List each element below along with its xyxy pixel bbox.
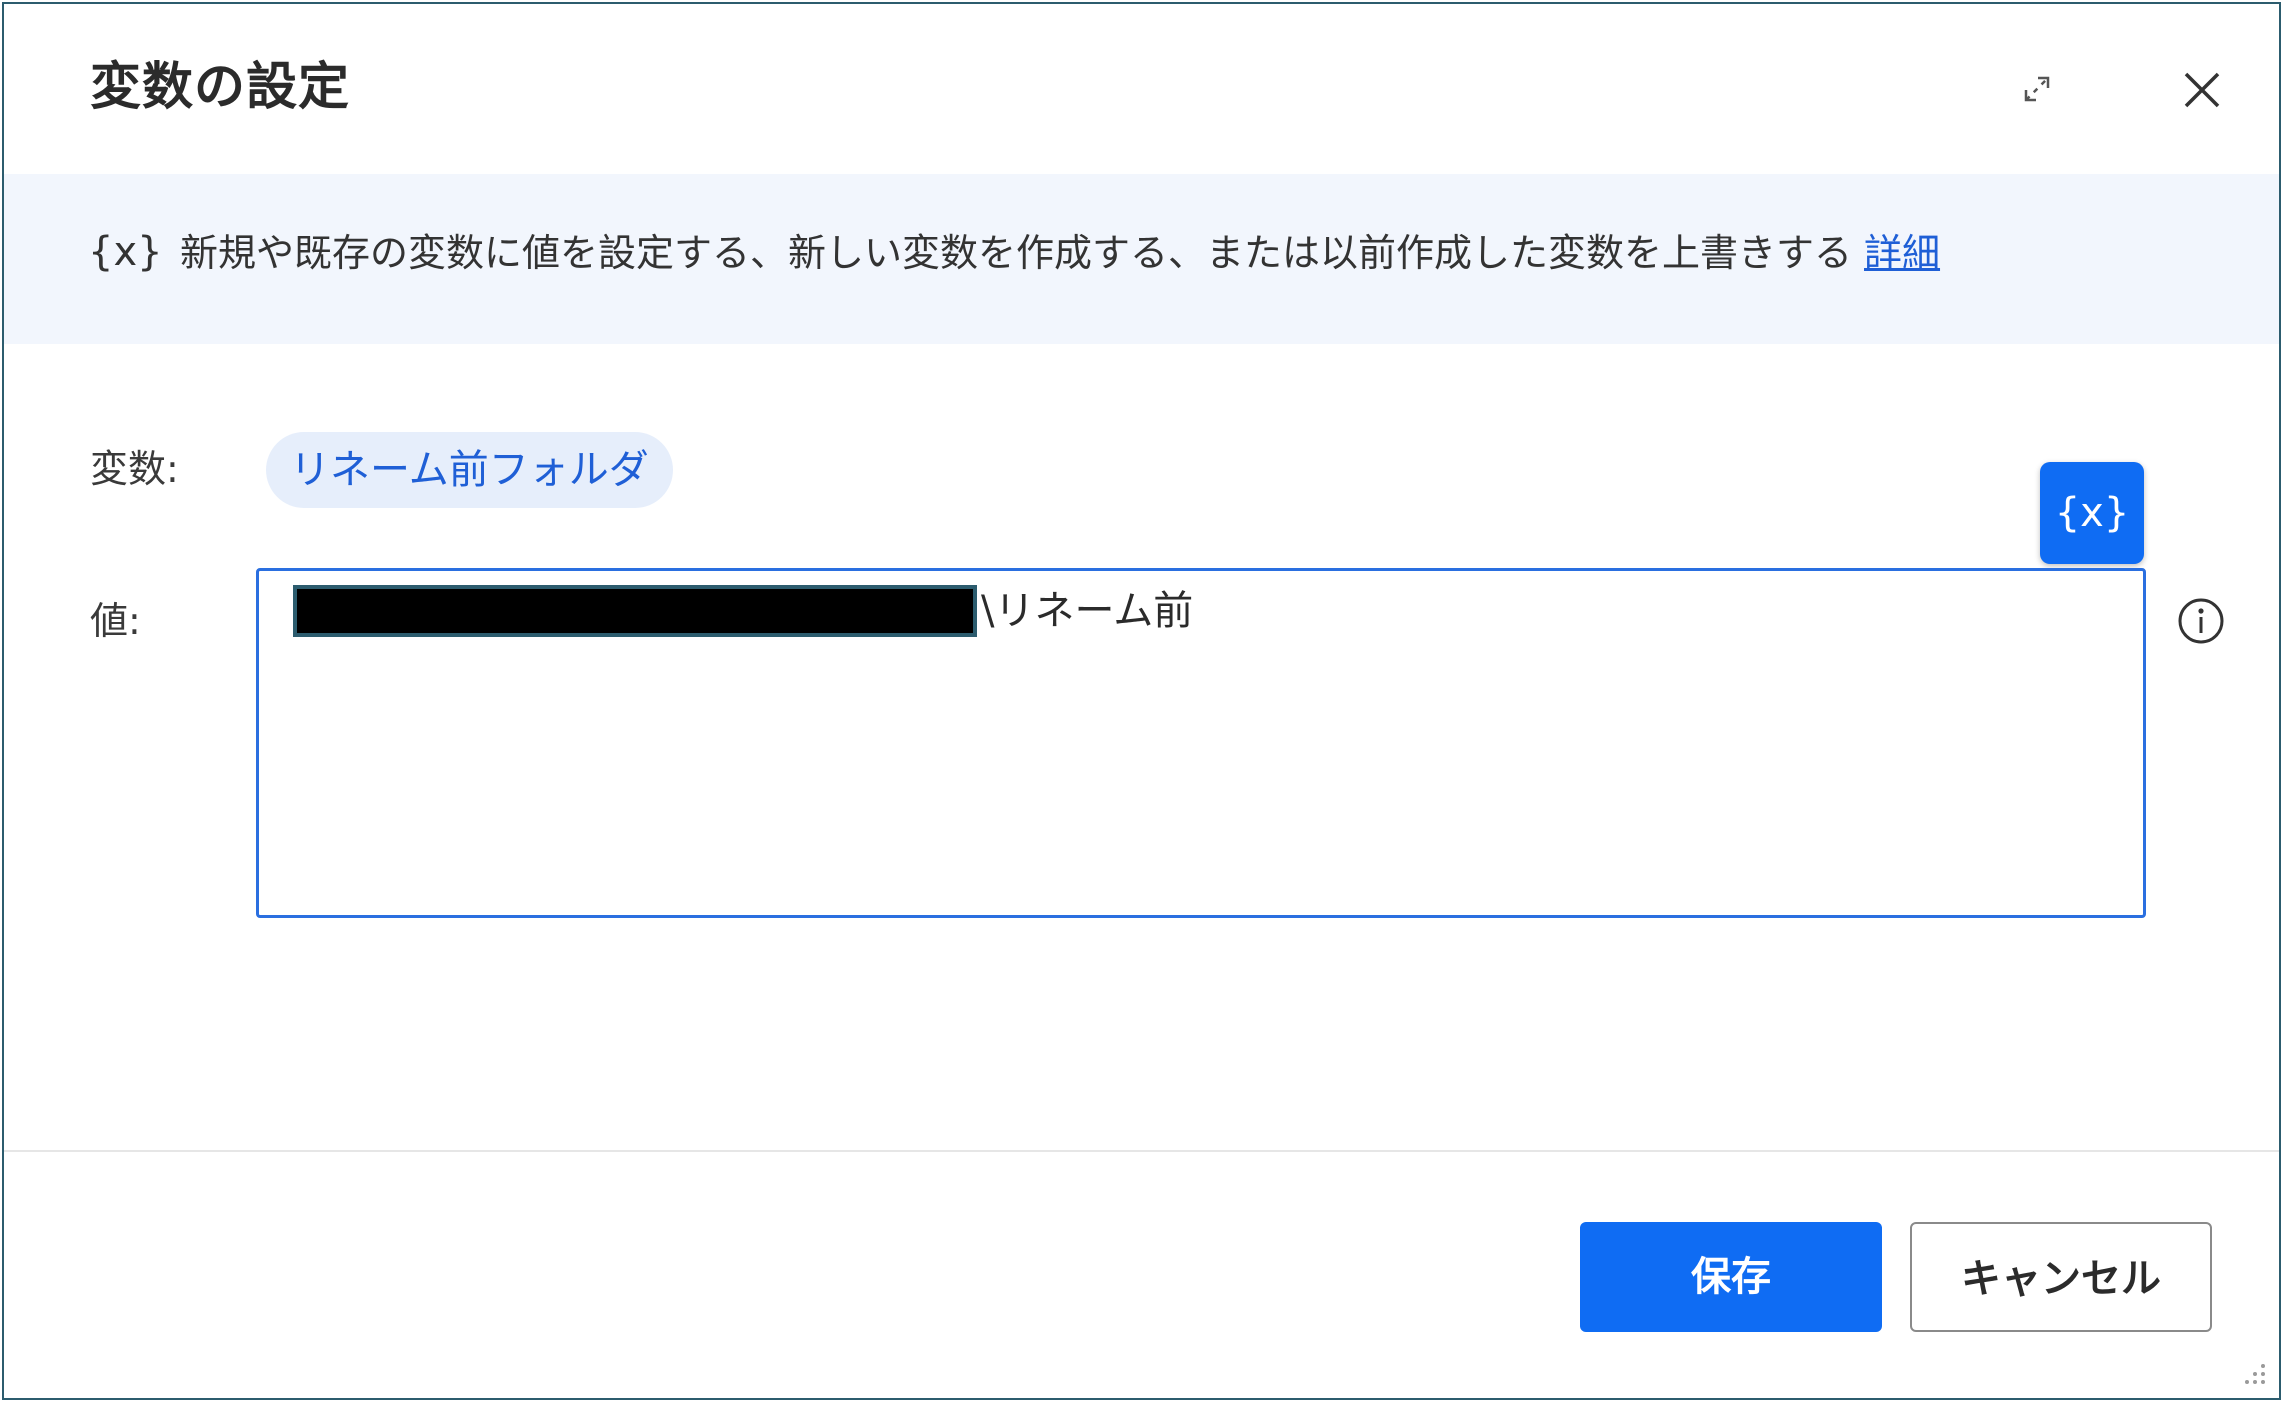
dialog-title: 変数の設定	[90, 58, 351, 117]
expand-icon[interactable]	[2014, 66, 2060, 112]
expand-icon-graphic	[2024, 76, 2050, 102]
value-label: 値:	[90, 599, 141, 643]
value-input[interactable]: \リネーム前	[256, 568, 2146, 918]
cancel-button[interactable]: キャンセル	[1910, 1222, 2212, 1332]
resize-grip-icon[interactable]	[2233, 1352, 2269, 1388]
redacted-path	[293, 585, 977, 637]
close-icon	[2184, 72, 2220, 108]
description-banner: {x} 新規や既存の変数に値を設定する、新しい変数を作成する、または以前作成した…	[4, 174, 2279, 344]
variable-icon: {x}	[88, 229, 163, 275]
value-text: \リネーム前	[981, 588, 1194, 634]
description-body: 新規や既存の変数に値を設定する、新しい変数を作成する、または以前作成した変数を上…	[180, 231, 1853, 275]
close-button[interactable]	[2178, 66, 2226, 114]
resize-grip-graphic	[2245, 1364, 2265, 1384]
set-variable-dialog: 変数の設定 {x} 新規や既存の変数に値を設定する、新しい変数を作成する、または…	[2, 2, 2281, 1400]
info-icon[interactable]	[2176, 596, 2226, 646]
save-button[interactable]: 保存	[1580, 1222, 1882, 1332]
info-icon-graphic	[2178, 598, 2224, 644]
insert-variable-button[interactable]: {x}	[2040, 462, 2144, 564]
footer-divider	[4, 1150, 2279, 1152]
details-link[interactable]: 詳細	[1864, 231, 1940, 275]
description-text: 新規や既存の変数に値を設定する、新しい変数を作成する、または以前作成した変数を上…	[180, 234, 1940, 272]
variable-name-chip[interactable]: リネーム前フォルダ	[266, 432, 673, 508]
variable-label: 変数:	[90, 447, 179, 491]
